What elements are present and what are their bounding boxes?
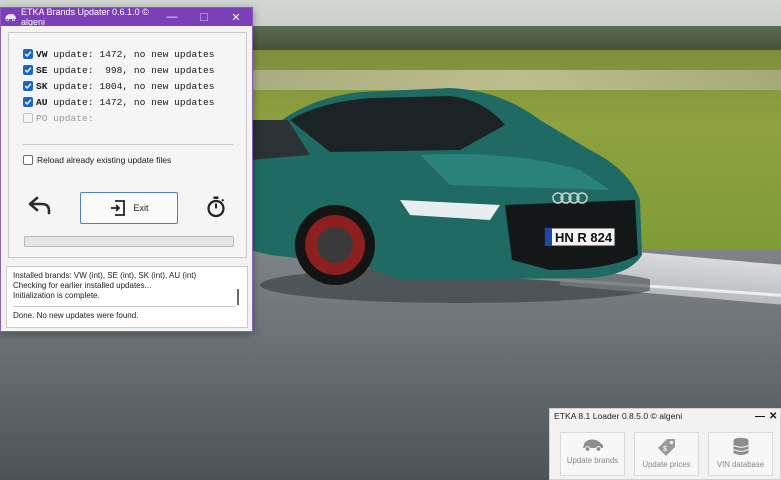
brand-row-po: PO update: xyxy=(23,111,94,125)
brand-code: AU xyxy=(36,96,48,108)
etka-loader-window: ETKA 8.1 Loader 0.8.5.0 © algeni — ✕ Upd… xyxy=(549,408,781,480)
svg-text:$: $ xyxy=(663,446,667,453)
checkbox-au[interactable] xyxy=(23,97,33,107)
update-brands-button[interactable]: Update brands xyxy=(560,432,625,476)
undo-arrow-icon xyxy=(28,196,51,215)
exit-door-icon xyxy=(111,200,126,216)
brand-code: VW xyxy=(36,48,48,60)
updater-titlebar[interactable]: ETKA Brands Updater 0.6.1.0 © algeni — ☐… xyxy=(1,7,252,27)
brand-row-vw[interactable]: VW update: 1472, no new updates xyxy=(23,47,214,61)
log-scrollbar[interactable] xyxy=(237,289,239,305)
brand-row-sk[interactable]: SK update: 1004, no new updates xyxy=(23,79,214,93)
vin-database-button[interactable]: VIN database xyxy=(708,432,773,476)
stopwatch-icon xyxy=(207,196,225,218)
exit-button[interactable]: Exit xyxy=(80,192,178,224)
update-progress-bar xyxy=(24,236,234,247)
status-log[interactable]: Installed brands: VW (int), SE (int), SK… xyxy=(6,266,248,328)
close-button[interactable]: ✕ xyxy=(220,8,252,26)
brand-status: update: xyxy=(47,112,94,124)
database-icon xyxy=(732,437,749,455)
reload-checkbox[interactable] xyxy=(23,155,33,165)
undo-button[interactable] xyxy=(27,193,53,217)
tile-label: VIN database xyxy=(716,460,765,469)
loader-minimize-button[interactable]: — xyxy=(755,411,765,422)
brand-row-au[interactable]: AU update: 1472, no new updates xyxy=(23,95,214,109)
checkbox-sk[interactable] xyxy=(23,81,33,91)
brands-updater-window: ETKA Brands Updater 0.6.1.0 © algeni — ☐… xyxy=(0,7,253,332)
update-prices-button[interactable]: $ Update prices xyxy=(634,432,699,476)
brand-update-panel: VW update: 1472, no new updates SE updat… xyxy=(8,32,247,258)
log-line: Checking for earlier installed updates..… xyxy=(13,281,152,290)
price-tag-icon: $ xyxy=(657,439,675,456)
panel-divider xyxy=(23,144,233,145)
maximize-button[interactable]: ☐ xyxy=(188,8,220,26)
loader-title: ETKA 8.1 Loader 0.8.5.0 © algeni xyxy=(554,411,683,421)
brand-row-se[interactable]: SE update: 998, no new updates xyxy=(23,63,214,77)
brand-status: update: 1472, no new updates xyxy=(47,96,215,108)
log-line: Done. No new updates were found. xyxy=(13,311,139,320)
brand-status: update: 1004, no new updates xyxy=(47,80,215,92)
reload-label: Reload already existing update files xyxy=(37,155,172,165)
checkbox-vw[interactable] xyxy=(23,49,33,59)
loader-close-button[interactable]: ✕ xyxy=(769,411,777,422)
log-line: Installed brands: VW (int), SE (int), SK… xyxy=(13,271,197,280)
exit-label: Exit xyxy=(133,203,149,213)
license-plate: HN R 824 xyxy=(555,230,613,245)
car-icon xyxy=(582,439,603,452)
timer-button[interactable] xyxy=(205,195,227,219)
car-logo-icon xyxy=(1,8,19,26)
reload-option[interactable]: Reload already existing update files xyxy=(23,155,171,165)
brand-status: update: 998, no new updates xyxy=(47,64,215,76)
checkbox-se[interactable] xyxy=(23,65,33,75)
checkbox-po xyxy=(23,113,33,123)
brand-status: update: 1472, no new updates xyxy=(47,48,215,60)
tile-label: Update prices xyxy=(642,460,691,469)
car-illustration: HN R 824 xyxy=(250,88,650,303)
updater-title: ETKA Brands Updater 0.6.1.0 © algeni xyxy=(21,7,149,27)
brand-code: SE xyxy=(36,64,48,76)
log-line: Initialization is complete. xyxy=(13,291,100,300)
log-divider xyxy=(13,306,235,307)
brand-code: SK xyxy=(36,80,48,92)
brand-code: PO xyxy=(36,112,48,124)
tile-label: Update brands xyxy=(566,456,619,465)
minimize-button[interactable]: — xyxy=(156,8,188,26)
